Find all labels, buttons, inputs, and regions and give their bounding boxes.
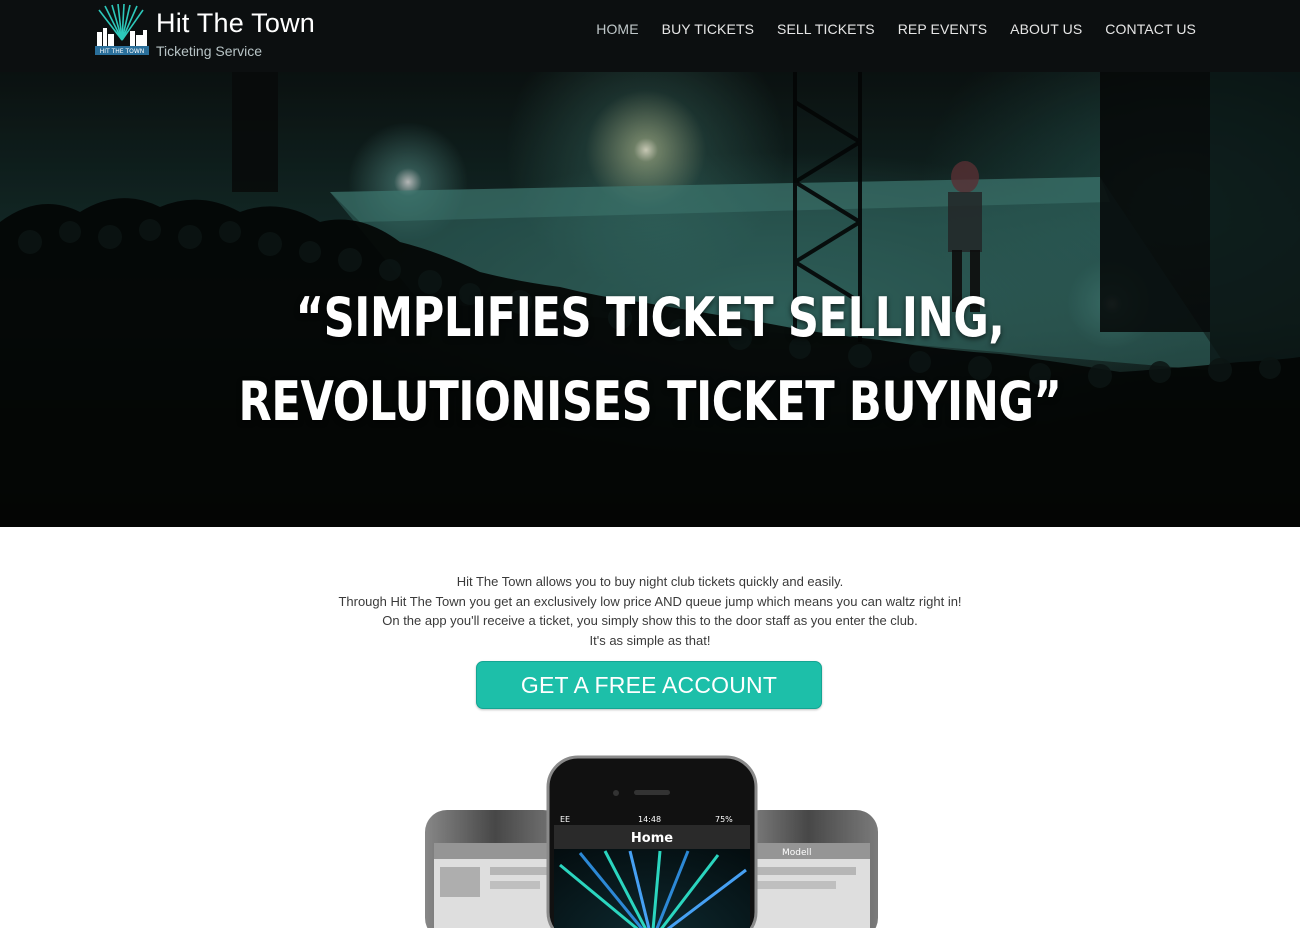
brand-logo[interactable]: HIT THE TOWN Hit The Town Ticketing Serv… bbox=[95, 4, 355, 64]
intro-text: Hit The Town allows you to buy night clu… bbox=[0, 572, 1300, 650]
nav-buy-tickets[interactable]: BUY TICKETS bbox=[662, 21, 754, 37]
main-nav: HOME BUY TICKETS SELL TICKETS REP EVENTS… bbox=[596, 21, 1196, 37]
intro-line: On the app you'll receive a ticket, you … bbox=[382, 613, 918, 628]
site-title: Hit The Town bbox=[156, 8, 315, 38]
nav-rep-events[interactable]: REP EVENTS bbox=[898, 21, 987, 37]
get-free-account-button[interactable]: GET A FREE ACCOUNT bbox=[476, 661, 822, 709]
intro-line: Through Hit The Town you get an exclusiv… bbox=[338, 593, 962, 609]
intro-line: It's as simple as that! bbox=[589, 632, 711, 648]
intro-line: Hit The Town allows you to buy night clu… bbox=[456, 574, 844, 589]
app-phones-image: Modell EE 14:48 75% Home bbox=[425, 755, 878, 928]
nav-contact-us[interactable]: CONTACT US bbox=[1105, 21, 1196, 37]
phone-carrier: EE bbox=[560, 815, 570, 824]
phone-battery: 75% bbox=[715, 815, 733, 824]
phone-time: 14:48 bbox=[638, 815, 661, 824]
phone-center: EE 14:48 75% Home bbox=[546, 755, 758, 928]
logo-wordmark: HIT THE TOWN bbox=[100, 48, 145, 55]
nav-about-us[interactable]: ABOUT US bbox=[1010, 21, 1082, 37]
phone-right: Modell bbox=[738, 810, 878, 928]
phone-side-tab: Modell bbox=[782, 848, 812, 858]
phone-screen-title: Home bbox=[631, 831, 673, 846]
phone-left bbox=[425, 810, 565, 928]
nav-home[interactable]: HOME bbox=[596, 21, 638, 37]
nav-sell-tickets[interactable]: SELL TICKETS bbox=[777, 21, 875, 37]
hero-banner: “SIMPLIFIES TICKET SELLING, REVOLUTIONIS… bbox=[0, 72, 1300, 527]
site-subtitle: Ticketing Service bbox=[156, 43, 263, 59]
hero-quote-line-2: REVOLUTIONISES TICKET BUYING” bbox=[238, 370, 1062, 433]
hit-the-town-logo-icon: HIT THE TOWN bbox=[95, 4, 149, 55]
site-header: HIT THE TOWN Hit The Town Ticketing Serv… bbox=[0, 0, 1300, 72]
hero-quote-line-1: “SIMPLIFIES TICKET SELLING, bbox=[295, 286, 1005, 349]
